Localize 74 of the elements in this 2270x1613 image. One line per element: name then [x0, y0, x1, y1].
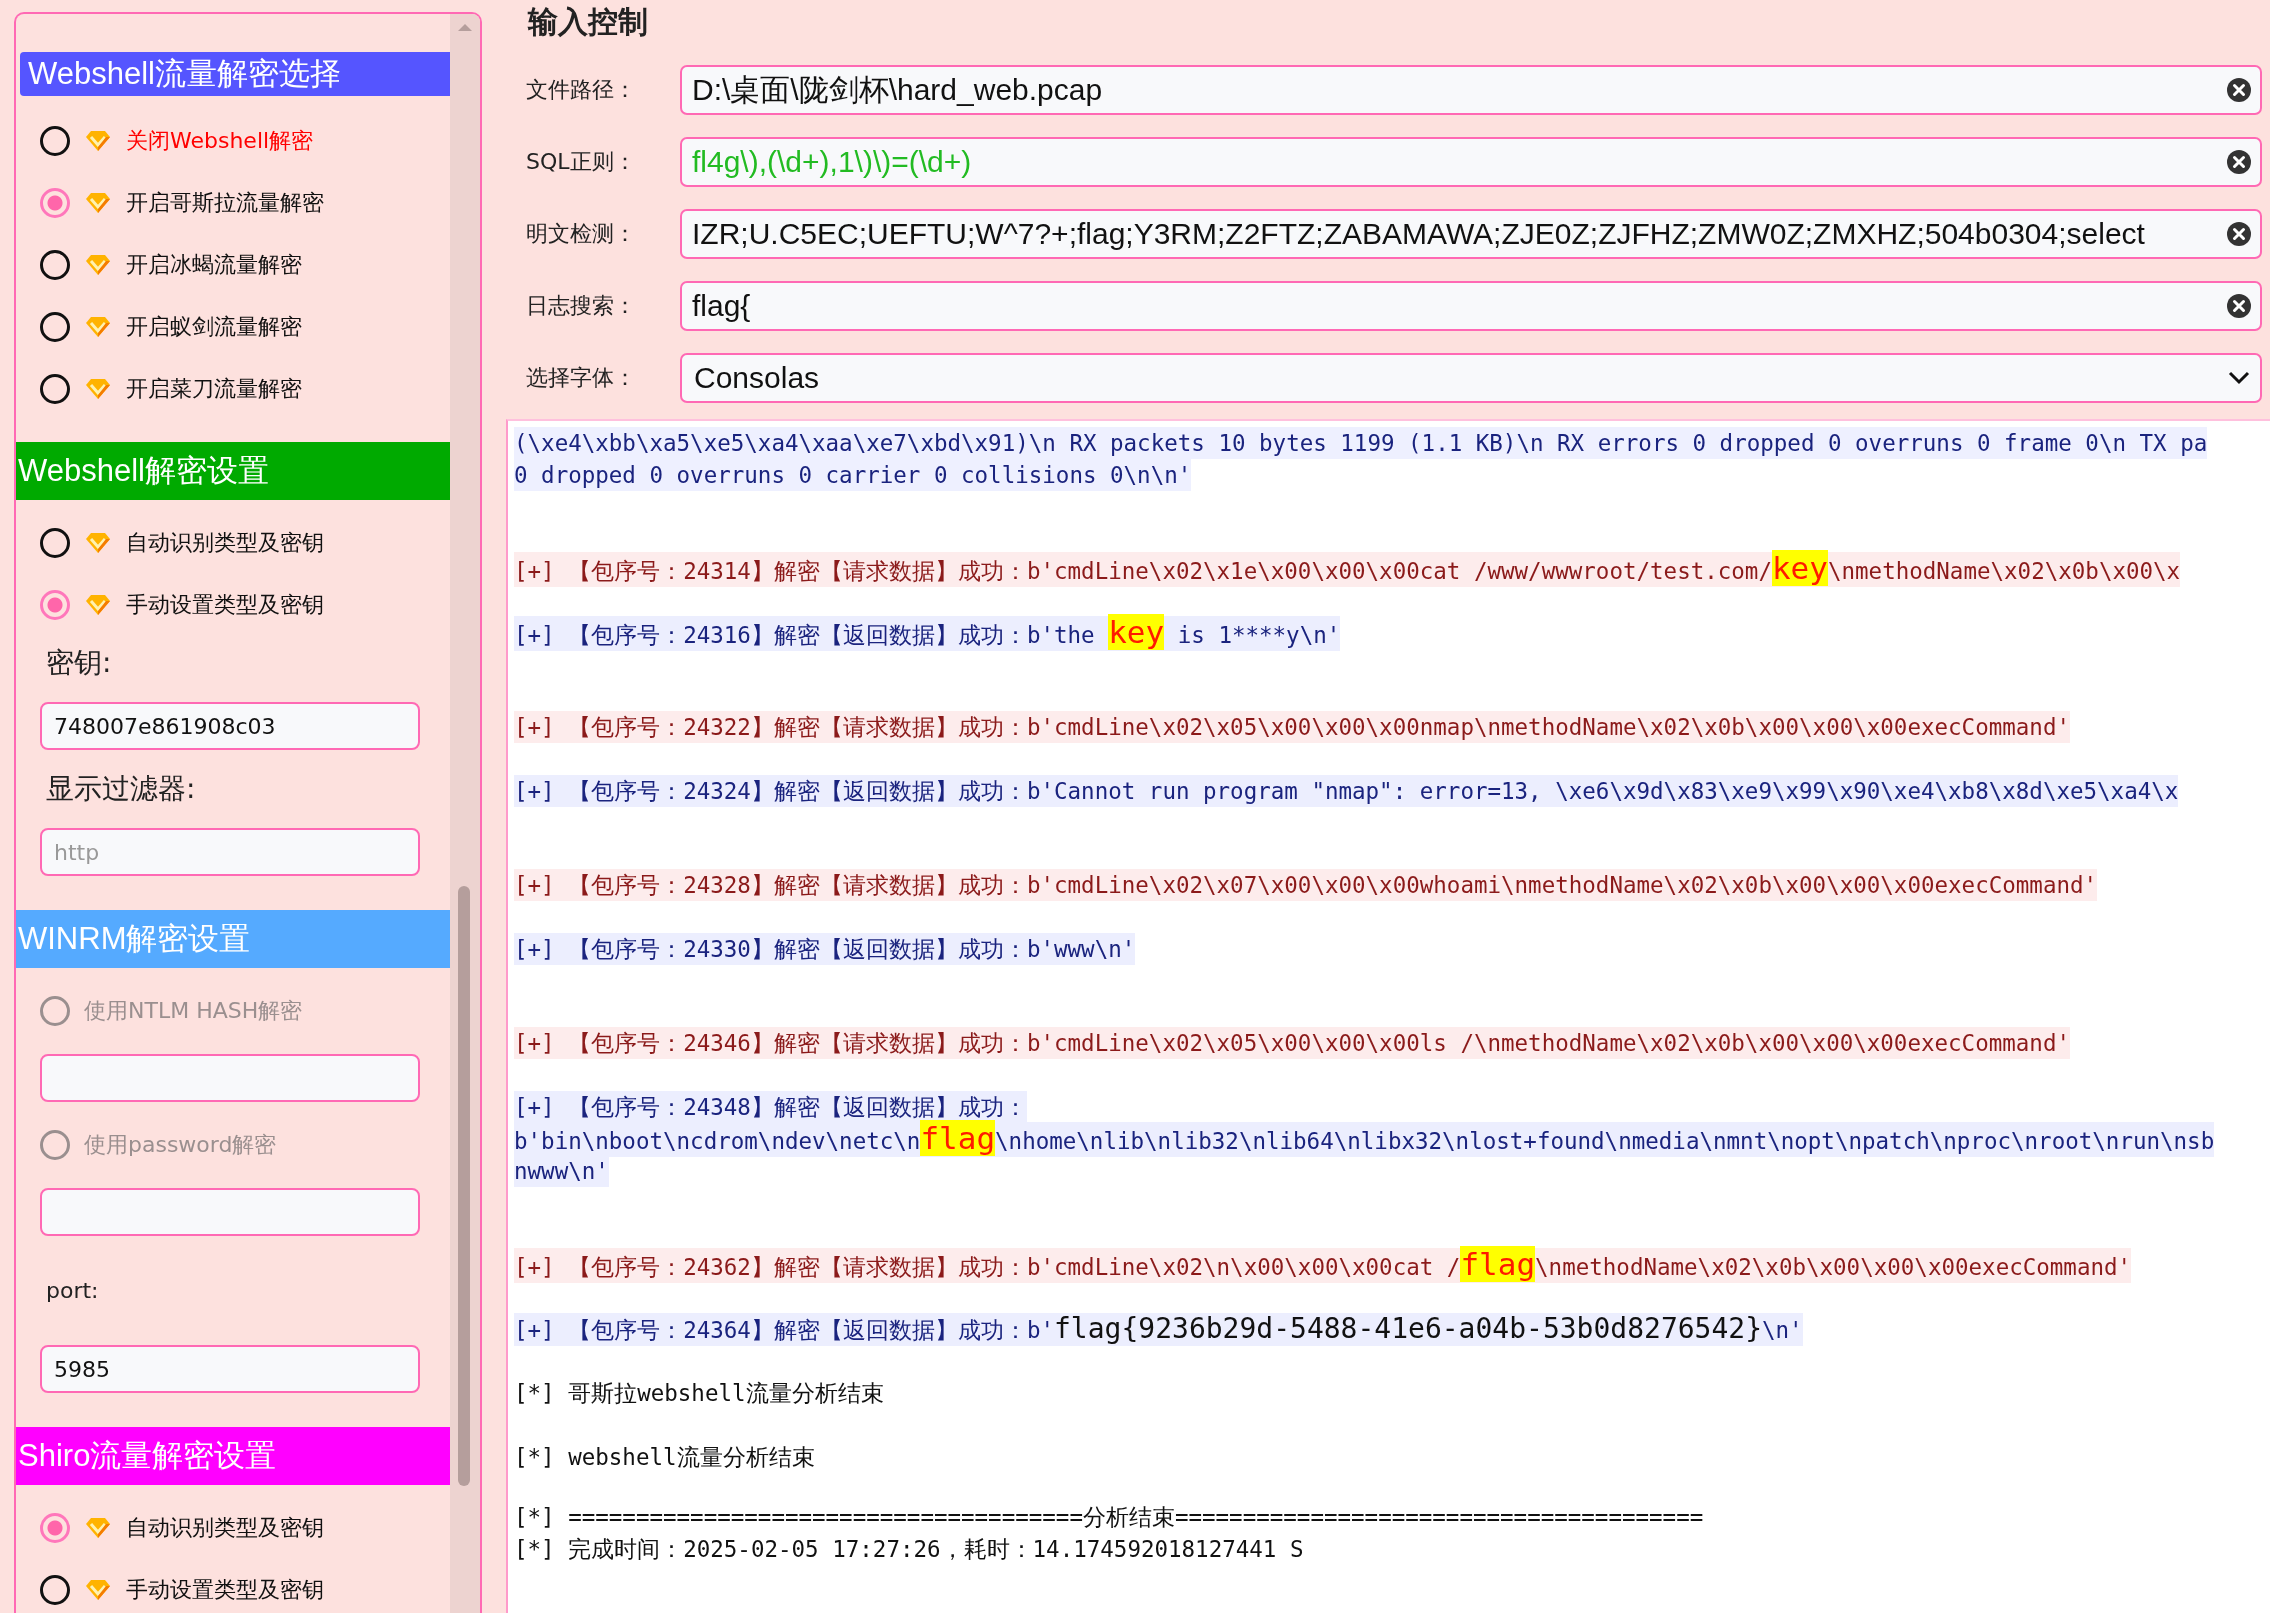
field-label: 日志搜索： — [526, 292, 637, 320]
highlighted-keyword: key — [1108, 613, 1165, 650]
section-header: Shiro流量解密设置 — [16, 1427, 450, 1485]
log-line: [*] 完成时间：2025-02-05 17:27:26，耗时：14.174592018127441 S — [514, 1535, 1304, 1564]
diamond-icon — [84, 191, 112, 215]
section-header: Webshell解密设置 — [16, 442, 450, 500]
diamond-icon — [84, 129, 112, 153]
input-field[interactable] — [40, 1054, 420, 1102]
chevron-down-icon — [2228, 371, 2250, 385]
radio-button[interactable] — [40, 1575, 70, 1605]
input-field[interactable]: flag{ — [680, 281, 2262, 331]
log-text: \nmethodName\x02\x0b\x00\x — [1827, 557, 2181, 584]
input-field[interactable] — [40, 1188, 420, 1236]
log-text: \n' — [1762, 1316, 1803, 1343]
log-line: [*] webshell流量分析结束 — [514, 1443, 815, 1472]
scrollbar[interactable] — [450, 14, 480, 1613]
field-label: 密钥: — [46, 645, 112, 681]
clear-icon[interactable] — [2226, 293, 2252, 319]
option-label[interactable]: 开启菜刀流量解密 — [126, 374, 302, 404]
log-text: [+] 【包序号：24316】解密【返回数据】成功：b'the — [514, 621, 1096, 648]
radio-button[interactable] — [40, 312, 70, 342]
input-field[interactable]: 5985 — [40, 1345, 420, 1393]
option-label[interactable]: 开启冰蝎流量解密 — [126, 250, 302, 280]
field-label: port: — [46, 1278, 99, 1303]
field-label: 选择字体： — [526, 364, 637, 392]
radio-button[interactable] — [40, 188, 70, 218]
log-line: [*] 哥斯拉webshell流量分析结束 — [514, 1379, 884, 1408]
log-text: \nhome\nlib\nlib32\nlib64\nlibx32\nlost+found\nmedia\nmnt\nopt\npatch\nproc\nroot\nrun\nsb — [995, 1127, 2215, 1154]
log-text: b'bin\nboot\ncdrom\ndev\netc\n — [514, 1127, 921, 1154]
radio-button[interactable] — [40, 126, 70, 156]
log-line: [*] ======================================分析结束======================================= — [514, 1503, 1704, 1532]
flag-text: flag{9236b29d-5488-41e6-a04b-53b0d8276542} — [1054, 1311, 1763, 1345]
field-label: 显示过滤器: — [46, 771, 196, 807]
option-label[interactable]: 自动识别类型及密钥 — [126, 528, 324, 558]
option-label[interactable]: 自动识别类型及密钥 — [126, 1513, 324, 1543]
diamond-icon — [84, 1578, 112, 1602]
input-field[interactable]: 748007e861908c03 — [40, 702, 420, 750]
option-label[interactable]: 手动设置类型及密钥 — [126, 590, 324, 620]
log-text: \nmethodName\x02\x0b\x00\x00\x00execCommand' — [1535, 1253, 2132, 1280]
field-label: 明文检测： — [526, 220, 637, 248]
section-header: Webshell流量解密选择 — [20, 52, 450, 96]
log-text: is 1****y\n' — [1176, 621, 1341, 648]
input-field[interactable]: http — [40, 828, 420, 876]
radio-button[interactable] — [40, 1513, 70, 1543]
log-text: [+] 【包序号：24362】解密【请求数据】成功：b'cmdLine\x02\n\x00\x00\x00cat / — [514, 1253, 1461, 1280]
log-text: [+] 【包序号：24314】解密【请求数据】成功：b'cmdLine\x02\x1e\x00\x00\x00cat /www/wwwroot/test.com/ — [514, 557, 1772, 584]
field-label: 文件路径： — [526, 76, 637, 104]
input-field[interactable]: D:\桌面\陇剑杯\hard_web.pcap — [680, 65, 2262, 115]
radio-button[interactable] — [40, 250, 70, 280]
font-select[interactable]: Consolas — [680, 353, 2262, 403]
diamond-icon — [84, 593, 112, 617]
highlighted-keyword: key — [1771, 549, 1828, 586]
section-title: 输入控制 — [528, 3, 649, 41]
highlighted-keyword: flag — [920, 1119, 996, 1156]
diamond-icon — [84, 531, 112, 555]
highlighted-keyword: flag — [1460, 1245, 1536, 1282]
diamond-icon — [84, 377, 112, 401]
field-label: SQL正则： — [526, 148, 637, 176]
log-text: [+] 【包序号：24364】解密【返回数据】成功：b' — [514, 1316, 1054, 1343]
diamond-icon — [84, 253, 112, 277]
radio-button[interactable] — [40, 590, 70, 620]
option-label[interactable]: 开启蚁剑流量解密 — [126, 312, 302, 342]
input-field[interactable]: IZR;U.C5EC;UEFTU;W^7?+;flag;Y3RM;Z2FTZ;ZABAMAWA;ZJE0Z;ZJFHZ;ZMW0Z;ZMXHZ;504b0304;select — [680, 209, 2262, 259]
radio-button[interactable] — [40, 528, 70, 558]
option-label[interactable]: 手动设置类型及密钥 — [126, 1575, 324, 1605]
clear-icon[interactable] — [2226, 77, 2252, 103]
option-label[interactable]: 开启哥斯拉流量解密 — [126, 188, 324, 218]
radio-button[interactable] — [40, 374, 70, 404]
scrollbar-thumb[interactable] — [458, 886, 470, 1486]
diamond-icon — [84, 315, 112, 339]
clear-icon[interactable] — [2226, 221, 2252, 247]
diamond-icon — [84, 1516, 112, 1540]
clear-icon[interactable] — [2226, 149, 2252, 175]
section-header: WINRM解密设置 — [16, 910, 450, 968]
